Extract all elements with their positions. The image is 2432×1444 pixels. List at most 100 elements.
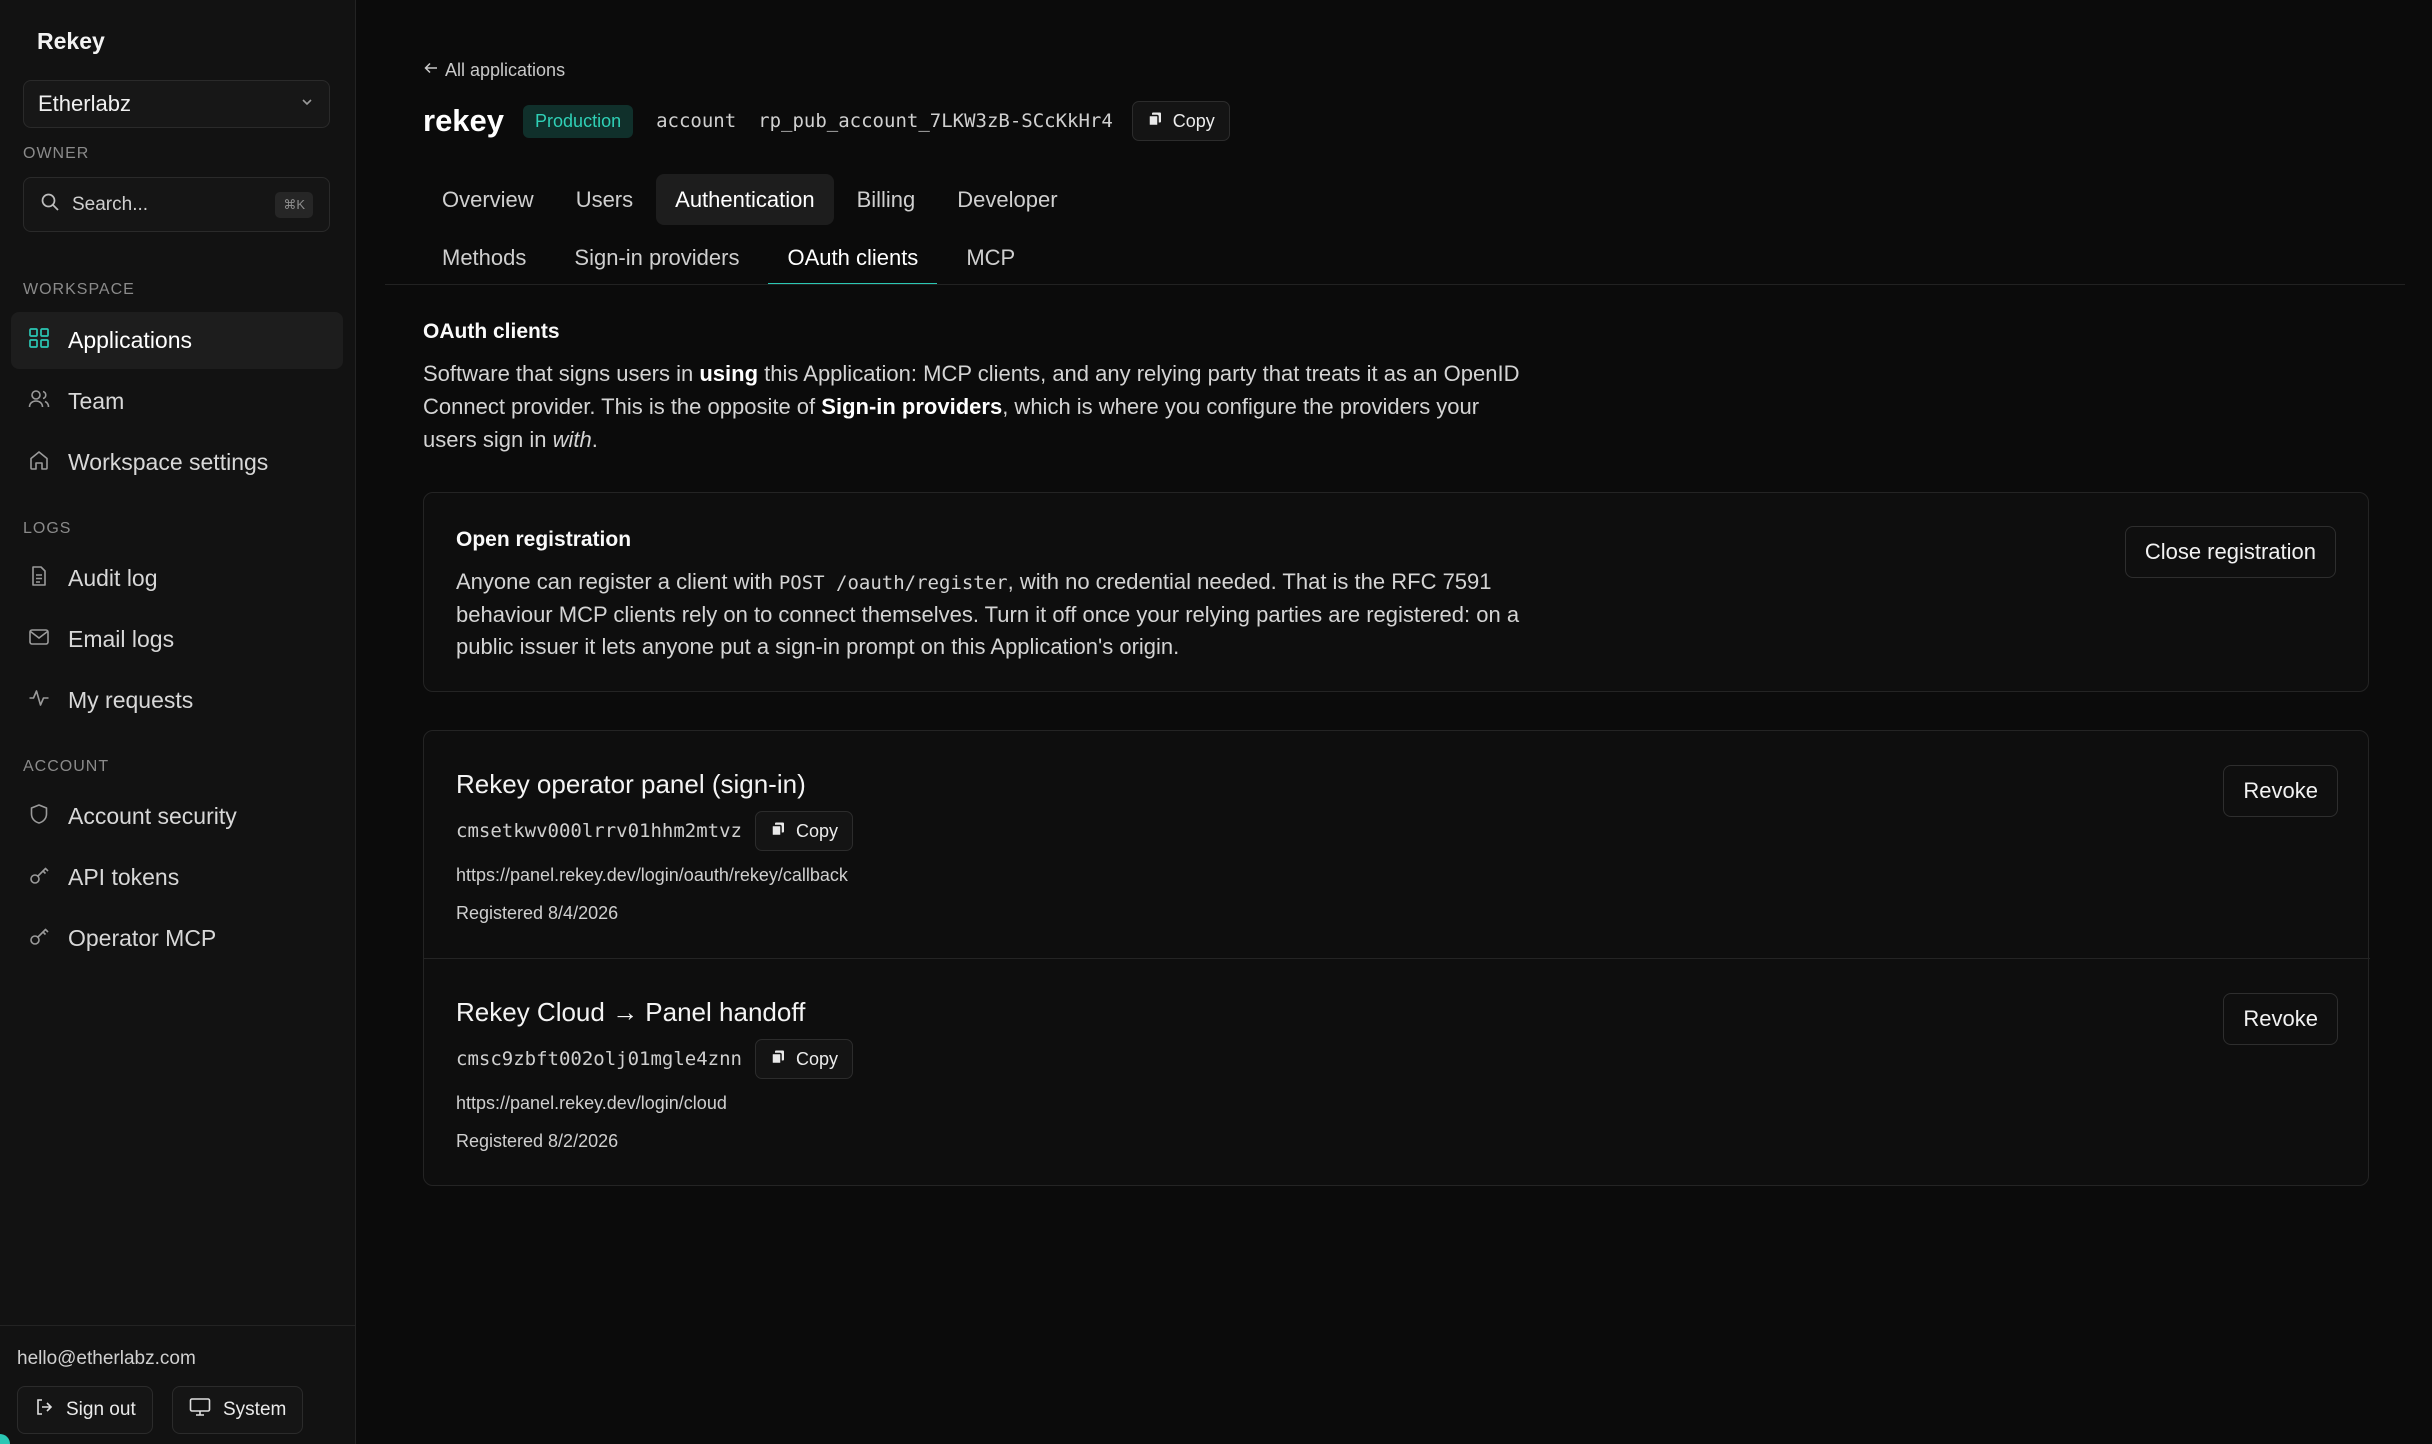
sidebar-item-label: Team — [68, 388, 125, 414]
client-name: Rekey Cloud → Panel handoff — [456, 997, 806, 1027]
sidebar-item-workspace-settings[interactable]: Workspace settings — [11, 434, 343, 491]
section-description: Software that signs users in using this … — [423, 361, 1520, 452]
sign-out-button[interactable]: Sign out — [17, 1386, 153, 1434]
sidebar-item-label: Operator MCP — [68, 925, 217, 951]
sidebar-item-api-tokens[interactable]: API tokens — [11, 849, 343, 906]
document-icon — [28, 565, 50, 593]
subtab-sign-in-providers[interactable]: Sign-in providers — [555, 232, 758, 284]
tab-users[interactable]: Users — [557, 174, 652, 225]
sidebar-item-applications[interactable]: Applications — [11, 312, 343, 369]
sidebar: Rekey Etherlabz OWNER ⌘K WORKSPACE Appli… — [0, 0, 356, 1444]
search-box[interactable]: ⌘K — [23, 177, 330, 232]
copy-label: Copy — [795, 820, 839, 841]
app-header: rekey Production account rp_pub_account_… — [423, 100, 1230, 142]
subtab-methods[interactable]: Methods — [423, 232, 545, 284]
environment-badge: Production — [523, 104, 634, 138]
subtab-mcp[interactable]: MCP — [947, 232, 1034, 284]
sidebar-item-label: My requests — [68, 687, 194, 713]
tab-developer[interactable]: Developer — [938, 174, 1076, 225]
copy-icon — [770, 1049, 786, 1070]
tab-authentication[interactable]: Authentication — [656, 174, 834, 225]
sidebar-item-label: Account security — [68, 803, 237, 829]
activity-icon — [28, 687, 50, 715]
sidebar-item-label: Audit log — [68, 565, 158, 591]
registration-endpoint: POST /oauth/register — [778, 572, 1008, 594]
subtab-oauth-clients[interactable]: OAuth clients — [768, 232, 938, 285]
key-kind: account — [656, 110, 737, 132]
search-input[interactable] — [72, 193, 252, 216]
back-link-label: All applications — [445, 60, 566, 80]
chevron-down-icon — [299, 94, 315, 115]
copy-icon — [770, 821, 786, 842]
copy-public-key-button[interactable]: Copy — [1131, 101, 1230, 141]
tab-billing[interactable]: Billing — [838, 174, 935, 225]
clients-list: Rekey operator panel (sign-in) cmsetkwv0… — [423, 730, 2370, 1186]
key-icon — [28, 925, 50, 953]
grid-icon — [28, 327, 50, 355]
shield-icon — [28, 803, 50, 831]
tabs-divider — [385, 284, 2405, 285]
sidebar-item-label: Email logs — [68, 626, 175, 652]
copy-icon — [1147, 111, 1163, 132]
sidebar-item-account-security[interactable]: Account security — [11, 788, 343, 845]
revoke-button[interactable]: Revoke — [2223, 765, 2338, 817]
search-icon — [40, 192, 60, 217]
open-registration-card: Open registration Anyone can register a … — [423, 492, 2369, 692]
client-id: cmsetkwv000lrrv01hhm2mtvz — [456, 820, 742, 842]
client-name: Rekey operator panel (sign-in) — [456, 769, 806, 799]
sidebar-item-audit-log[interactable]: Audit log — [11, 550, 343, 607]
monitor-icon — [189, 1397, 211, 1423]
close-registration-button[interactable]: Close registration — [2124, 526, 2336, 578]
sidebar-item-operator-mcp[interactable]: Operator MCP — [11, 910, 343, 967]
section-title: OAuth clients — [423, 320, 560, 343]
public-key: rp_pub_account_7LKW3zB-SCcKkHr4 — [758, 110, 1113, 132]
client-id: cmsc9zbft002olj01mgle4znn — [456, 1048, 742, 1070]
sidebar-item-label: Applications — [68, 327, 193, 353]
registration-title: Open registration — [456, 528, 632, 551]
user-email: hello@etherlabz.com — [17, 1348, 196, 1369]
theme-label: System — [223, 1399, 287, 1420]
primary-tabs: Overview Users Authentication Billing De… — [423, 174, 1077, 225]
home-icon — [28, 449, 50, 477]
copy-label: Copy — [1172, 110, 1215, 131]
logs-label: LOGS — [23, 520, 72, 537]
tab-overview[interactable]: Overview — [423, 174, 553, 225]
client-registered-date: Registered 8/4/2026 — [456, 903, 619, 923]
sidebar-item-label: Workspace settings — [68, 449, 269, 475]
client-id-row: cmsc9zbft002olj01mgle4znn Copy — [456, 1039, 854, 1079]
account-label: ACCOUNT — [23, 758, 110, 775]
mail-icon — [28, 626, 50, 654]
sign-out-label: Sign out — [66, 1399, 136, 1420]
brand-name: Rekey — [37, 28, 105, 54]
list-item: Rekey operator panel (sign-in) cmsetkwv0… — [424, 731, 2370, 958]
page-title: rekey — [423, 103, 505, 138]
sidebar-item-label: API tokens — [68, 864, 180, 890]
client-redirect-url: https://panel.rekey.dev/login/oauth/reke… — [456, 865, 848, 885]
workspace-name: Etherlabz — [38, 91, 131, 116]
registration-description: Anyone can register a client with POST /… — [456, 569, 1520, 659]
copy-client-id-button[interactable]: Copy — [754, 1039, 854, 1079]
sidebar-item-email-logs[interactable]: Email logs — [11, 611, 343, 668]
logout-icon — [34, 1397, 54, 1423]
back-link[interactable]: All applications — [423, 60, 565, 81]
client-redirect-url: https://panel.rekey.dev/login/cloud — [456, 1093, 727, 1113]
client-id-row: cmsetkwv000lrrv01hhm2mtvz Copy — [456, 811, 854, 851]
sidebar-item-team[interactable]: Team — [11, 373, 343, 430]
key-icon — [28, 864, 50, 892]
users-icon — [28, 388, 50, 416]
owner-label: OWNER — [23, 145, 90, 162]
copy-client-id-button[interactable]: Copy — [754, 811, 854, 851]
copy-label: Copy — [795, 1048, 839, 1069]
arrow-left-icon — [423, 60, 439, 81]
theme-toggle-button[interactable]: System — [172, 1386, 304, 1434]
workspace-select[interactable]: Etherlabz — [23, 80, 330, 128]
sidebar-item-my-requests[interactable]: My requests — [11, 672, 343, 729]
client-registered-date: Registered 8/2/2026 — [456, 1131, 619, 1151]
search-shortcut: ⌘K — [275, 191, 313, 218]
list-item: Rekey Cloud → Panel handoff cmsc9zbft002… — [424, 958, 2370, 1185]
workspace-label: WORKSPACE — [23, 281, 135, 298]
secondary-tabs: Methods Sign-in providers OAuth clients … — [423, 232, 1034, 285]
sidebar-footer: hello@etherlabz.com Sign out System — [0, 1325, 356, 1444]
revoke-button[interactable]: Revoke — [2223, 993, 2338, 1045]
main-content: All applications rekey Production accoun… — [356, 0, 2432, 1444]
